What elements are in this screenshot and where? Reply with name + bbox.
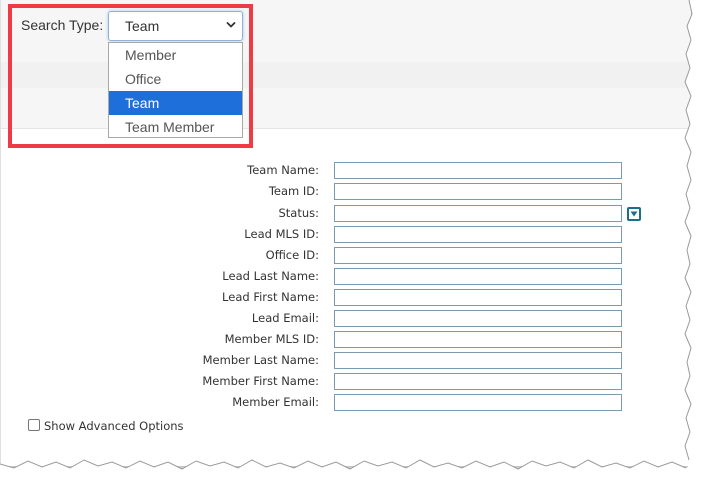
member-last-name-input[interactable]	[334, 352, 622, 369]
team-name-input[interactable]	[334, 162, 622, 179]
search-type-label: Search Type:	[21, 17, 104, 33]
chevron-down-icon	[226, 22, 236, 28]
dropdown-arrow-icon	[630, 211, 638, 217]
status-dropdown-button[interactable]	[627, 207, 641, 221]
lead-first-name-input[interactable]	[334, 289, 622, 306]
form-row-lead-first-name: Lead First Name:	[1, 289, 691, 307]
form-row-team-id: Team ID:	[1, 183, 691, 201]
lead-email-input[interactable]	[334, 310, 622, 327]
form-row-office-id: Office ID:	[1, 247, 691, 265]
team-id-input[interactable]	[334, 183, 622, 200]
search-type-selected-value: Team	[125, 18, 160, 34]
search-type-select[interactable]: Team	[108, 11, 243, 41]
search-type-dropdown-list: Member Office Team Team Member	[108, 42, 243, 138]
torn-edge-bottom	[0, 459, 701, 478]
screenshot-canvas: Search Type: Team Member Office Team Tea…	[0, 0, 701, 478]
form-row-status: Status:	[1, 205, 691, 223]
search-type-option-team-member[interactable]: Team Member	[109, 115, 242, 139]
lead-mls-id-input[interactable]	[334, 226, 622, 243]
office-id-label: Office ID:	[265, 248, 319, 262]
member-first-name-label: Member First Name:	[202, 374, 319, 388]
lead-email-label: Lead Email:	[251, 311, 319, 325]
status-input[interactable]	[334, 205, 622, 222]
form-row-member-first-name: Member First Name:	[1, 373, 691, 391]
show-advanced-options-label[interactable]: Show Advanced Options	[44, 419, 184, 433]
team-name-label: Team Name:	[247, 163, 319, 177]
status-label: Status:	[278, 206, 319, 220]
search-type-option-member[interactable]: Member	[109, 43, 242, 67]
lead-last-name-label: Lead Last Name:	[222, 269, 319, 283]
show-advanced-options-checkbox[interactable]	[28, 419, 40, 431]
lead-first-name-label: Lead First Name:	[222, 290, 319, 304]
form-row-member-last-name: Member Last Name:	[1, 352, 691, 370]
member-last-name-label: Member Last Name:	[202, 353, 319, 367]
search-type-bar	[1, 0, 691, 63]
member-email-label: Member Email:	[232, 395, 319, 409]
header-band	[1, 88, 691, 129]
member-mls-id-label: Member MLS ID:	[224, 332, 319, 346]
toolbar-band	[1, 62, 691, 89]
form-row-lead-mls-id: Lead MLS ID:	[1, 226, 691, 244]
torn-edge-right	[684, 0, 701, 478]
team-id-label: Team ID:	[268, 184, 319, 198]
search-page: Search Type: Team Member Office Team Tea…	[0, 0, 691, 466]
office-id-input[interactable]	[334, 247, 622, 264]
member-first-name-input[interactable]	[334, 373, 622, 390]
form-row-lead-email: Lead Email:	[1, 310, 691, 328]
form-row-member-mls-id: Member MLS ID:	[1, 331, 691, 349]
search-type-option-office[interactable]: Office	[109, 67, 242, 91]
member-email-input[interactable]	[334, 394, 622, 411]
lead-last-name-input[interactable]	[334, 268, 622, 285]
form-row-member-email: Member Email:	[1, 394, 691, 412]
member-mls-id-input[interactable]	[334, 331, 622, 348]
form-row-lead-last-name: Lead Last Name:	[1, 268, 691, 286]
lead-mls-id-label: Lead MLS ID:	[244, 227, 319, 241]
search-type-option-team[interactable]: Team	[109, 91, 242, 115]
form-row-team-name: Team Name:	[1, 162, 691, 180]
